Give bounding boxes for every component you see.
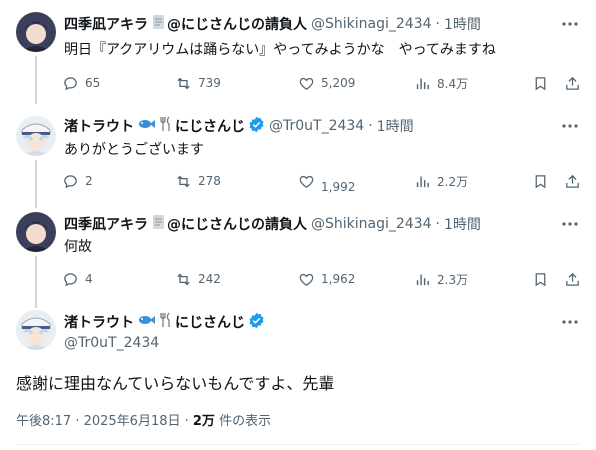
reply-count: 4 <box>85 272 93 286</box>
retweet-button[interactable]: 278 <box>175 171 221 191</box>
document-emoji-icon <box>151 14 167 34</box>
display-name-suffix[interactable]: @にじさんじの請負人 <box>167 214 307 234</box>
bookmark-button[interactable] <box>532 269 549 289</box>
reply-button[interactable]: 4 <box>62 269 93 289</box>
avatar-shikinagi[interactable] <box>16 12 56 52</box>
retweet-count: 739 <box>198 76 221 90</box>
views-label: 件の表示 <box>214 414 272 429</box>
handle[interactable]: @Shikinagi_2434 <box>311 216 432 232</box>
display-name-suffix[interactable]: @にじさんじの請負人 <box>167 14 307 34</box>
timestamp[interactable]: 1時間 <box>444 14 481 34</box>
bookmark-icon <box>535 174 546 188</box>
main-tweet-text: 感謝に理由なんていらないもんですよ、先輩 <box>16 374 335 393</box>
tweet-text: 何故 <box>64 239 92 255</box>
more-options-icon[interactable] <box>560 214 580 234</box>
like-button[interactable]: 1,962 <box>298 269 355 289</box>
bookmark-icon <box>535 272 546 286</box>
retweet-count: 278 <box>198 174 221 188</box>
bookmark-button[interactable] <box>532 171 549 191</box>
fork-knife-emoji-icon <box>158 116 172 136</box>
display-name[interactable]: 四季凪アキラ <box>64 14 148 34</box>
tweet-meta: 午後8:17 · 2025年6月18日 · 2万 件の表示 <box>16 410 271 429</box>
like-count: 5,209 <box>321 76 356 90</box>
tweet-2[interactable]: 渚トラウト にじさんじ @Tr0uT_2434 · 1時間 ありがとうございます… <box>0 104 596 208</box>
display-name[interactable]: 渚トラウト <box>64 312 134 332</box>
reply-button[interactable]: 2 <box>62 171 93 191</box>
views-count: 8.4万 <box>437 76 469 91</box>
fish-emoji-icon <box>137 117 155 135</box>
bookmark-button[interactable] <box>532 73 549 93</box>
retweet-icon <box>177 175 190 187</box>
fork-knife-emoji-icon <box>158 312 172 332</box>
tweet-1[interactable]: 四季凪アキラ @にじさんじの請負人 @Shikinagi_2434 · 1時間 … <box>0 0 596 104</box>
like-count: 1,992 <box>321 180 356 194</box>
like-button[interactable]: 5,209 <box>298 73 355 93</box>
views-total: 2万 <box>192 414 215 429</box>
tweet-text: 明日『アクアリウムは踊らない』やってみようかな やってみますね <box>64 42 496 58</box>
heart-icon <box>299 273 314 286</box>
share-button[interactable] <box>564 73 581 93</box>
display-name-suffix[interactable]: にじさんじ <box>175 312 245 332</box>
share-icon <box>566 76 579 90</box>
document-emoji-icon <box>151 214 167 234</box>
handle[interactable]: @Tr0uT_2434 <box>269 118 364 134</box>
avatar-shikinagi[interactable] <box>16 212 56 252</box>
display-name-suffix[interactable]: にじさんじ <box>175 116 245 136</box>
divider <box>16 444 580 445</box>
share-icon <box>566 174 579 188</box>
retweet-icon <box>177 77 190 89</box>
verified-icon <box>248 116 265 137</box>
reply-icon <box>64 174 77 188</box>
retweet-icon <box>177 273 190 285</box>
analytics-icon <box>416 274 429 285</box>
retweet-count: 242 <box>198 272 221 286</box>
tweet-text: ありがとうございます <box>64 142 204 158</box>
analytics-icon <box>416 78 429 89</box>
thread-line <box>35 160 37 208</box>
reply-icon <box>64 272 77 286</box>
views-button[interactable]: 2.2万 <box>414 171 468 191</box>
reply-icon <box>64 76 77 90</box>
analytics-icon <box>416 176 429 187</box>
heart-icon <box>299 77 314 90</box>
retweet-button[interactable]: 242 <box>175 269 221 289</box>
verified-icon <box>248 312 265 333</box>
display-name[interactable]: 四季凪アキラ <box>64 214 148 234</box>
more-options-icon[interactable] <box>560 14 580 34</box>
retweet-button[interactable]: 739 <box>175 73 221 93</box>
bookmark-icon <box>535 76 546 90</box>
thread-line <box>35 256 37 308</box>
share-icon <box>566 272 579 286</box>
timestamp[interactable]: 1時間 <box>444 214 481 234</box>
fish-emoji-icon <box>137 313 155 331</box>
like-button[interactable]: 1,992 <box>298 171 356 194</box>
avatar-tr0ut[interactable] <box>16 116 56 156</box>
timestamp[interactable]: 1時間 <box>377 116 414 136</box>
views-count: 2.3万 <box>437 272 469 287</box>
share-button[interactable] <box>564 269 581 289</box>
share-button[interactable] <box>564 171 581 191</box>
views-button[interactable]: 2.3万 <box>414 269 468 289</box>
views-button[interactable]: 8.4万 <box>414 73 468 93</box>
display-name[interactable]: 渚トラウト <box>64 116 134 136</box>
avatar-tr0ut[interactable] <box>16 310 56 350</box>
reply-count: 65 <box>85 76 101 90</box>
post-timestamp[interactable]: 午後8:17 · 2025年6月18日 · <box>16 414 193 429</box>
handle[interactable]: @Shikinagi_2434 <box>311 16 432 32</box>
tweet-3[interactable]: 四季凪アキラ @にじさんじの請負人 @Shikinagi_2434 · 1時間 … <box>0 208 596 308</box>
reply-count: 2 <box>85 174 93 188</box>
heart-icon <box>299 175 314 188</box>
more-options-icon[interactable] <box>560 312 580 332</box>
like-count: 1,962 <box>321 272 356 286</box>
handle[interactable]: @Tr0uT_2434 <box>64 335 159 351</box>
views-count: 2.2万 <box>437 174 469 189</box>
more-options-icon[interactable] <box>560 116 580 136</box>
reply-button[interactable]: 65 <box>62 73 100 93</box>
thread-line <box>35 56 37 104</box>
